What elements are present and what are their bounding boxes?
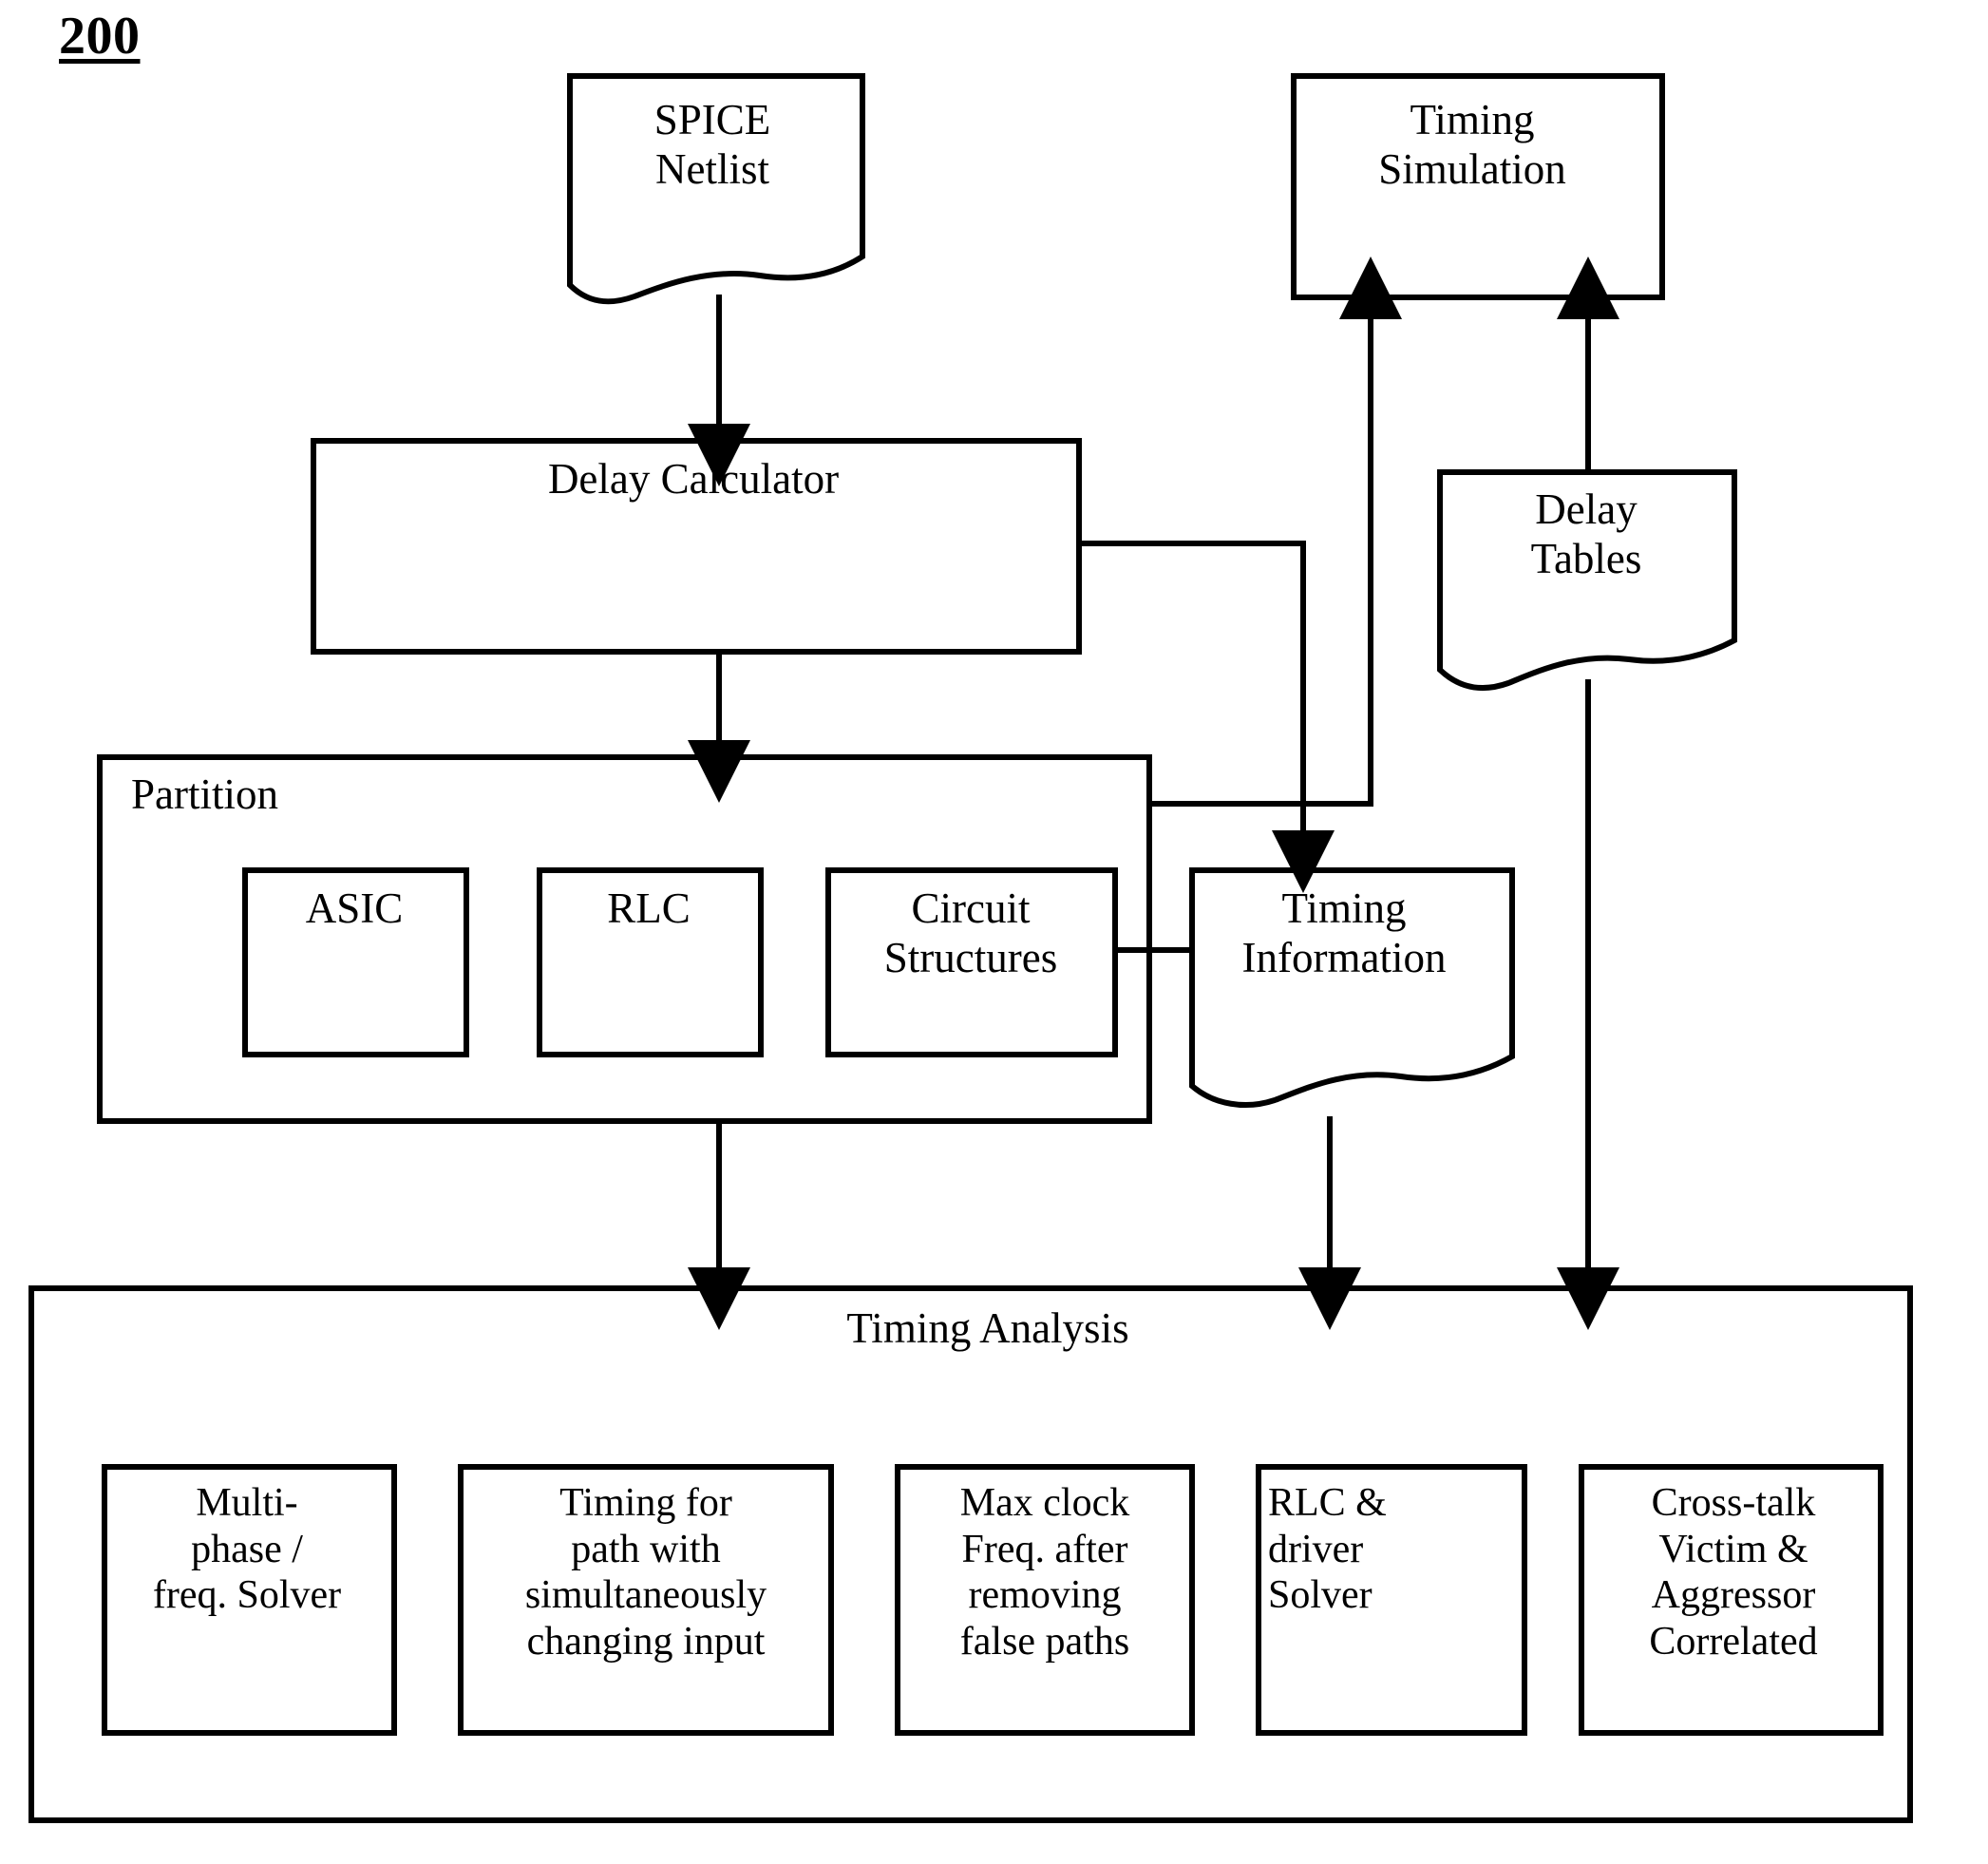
timing-analysis-item-box-3 <box>1256 1464 1527 1736</box>
spice-netlist-shape <box>567 73 865 305</box>
figure-canvas: 200 SPICE Netlist Timing Simulation Dela… <box>0 0 1988 1864</box>
delay-calculator-shape <box>311 438 1082 655</box>
circuit-structures-shape <box>825 867 1118 1057</box>
timing-analysis-item-box-2 <box>895 1464 1195 1736</box>
asic-shape <box>242 867 469 1057</box>
diagram-line-art <box>28 73 1913 1823</box>
connector-partition-to-timing-simulation <box>1149 257 1402 807</box>
rlc-shape <box>537 867 764 1057</box>
timing-analysis-item-box-4 <box>1579 1464 1884 1736</box>
timing-analysis-item-box-1 <box>458 1464 834 1736</box>
timing-analysis-item-box-0 <box>102 1464 397 1736</box>
timing-simulation-shape <box>1291 73 1665 300</box>
delay-tables-shape <box>1437 469 1737 691</box>
timing-information-shape <box>1189 867 1515 1108</box>
